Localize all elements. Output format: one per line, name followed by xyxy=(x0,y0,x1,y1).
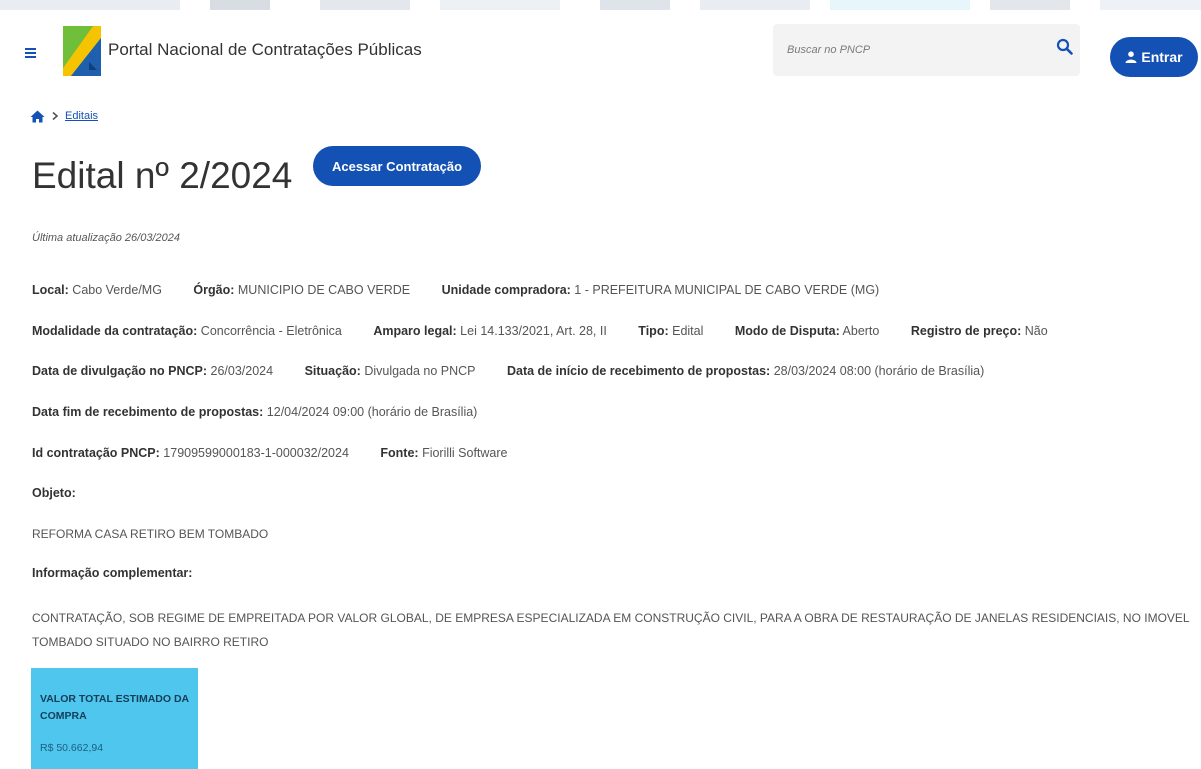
last-update: Última atualização 26/03/2024 xyxy=(32,232,180,244)
unidade-field: Unidade compradora: 1 - PREFEITURA MUNIC… xyxy=(441,283,880,297)
login-label: Entrar xyxy=(1141,49,1183,65)
page-title: Edital nº 2/2024 xyxy=(32,155,293,196)
details-row-3: Data de divulgação no PNCP: 26/03/2024 S… xyxy=(32,364,1012,378)
estimated-value-card: VALOR TOTAL ESTIMADO DA COMPRA R$ 50.662… xyxy=(31,668,198,769)
tipo-value: Edital xyxy=(672,324,704,338)
estimated-value-label: VALOR TOTAL ESTIMADO DA COMPRA xyxy=(40,693,189,722)
local-value: Cabo Verde/MG xyxy=(72,283,162,297)
search-box xyxy=(773,24,1080,76)
details-row-4: Data fim de recebimento de propostas: 12… xyxy=(32,405,505,419)
informacao-text: CONTRATAÇÃO, SOB REGIME DE EMPREITADA PO… xyxy=(32,611,1190,649)
situacao-field: Situação: Divulgada no PNCP xyxy=(304,364,476,378)
amparo-value: Lei 14.133/2021, Art. 28, II xyxy=(460,324,607,338)
inicio-value: 28/03/2024 08:00 (horário de Brasília) xyxy=(773,364,985,378)
top-decoration xyxy=(0,0,1201,10)
divulgacao-field: Data de divulgação no PNCP: 26/03/2024 xyxy=(32,364,274,378)
details-row-5: Id contratação PNCP: 17909599000183-1-00… xyxy=(32,446,536,460)
details-row-1: Local: Cabo Verde/MG Órgão: MUNICIPIO DE… xyxy=(32,283,907,297)
site-header: Portal Nacional de Contratações Públicas… xyxy=(0,10,1201,90)
situacao-value: Divulgada no PNCP xyxy=(364,364,476,378)
amparo-field: Amparo legal: Lei 14.133/2021, Art. 28, … xyxy=(373,324,607,338)
id-value: 17909599000183-1-000032/2024 xyxy=(163,446,349,460)
breadcrumb-link-editais[interactable]: Editais xyxy=(65,110,98,122)
objeto-text: REFORMA CASA RETIRO BEM TOMBADO xyxy=(32,527,269,541)
details-row-2: Modalidade da contratação: Concorrência … xyxy=(32,324,1076,338)
unidade-value: 1 - PREFEITURA MUNICIPAL DE CABO VERDE (… xyxy=(574,283,880,297)
portal-logo[interactable] xyxy=(63,26,101,76)
home-icon[interactable] xyxy=(30,110,45,123)
informacao-label: Informação complementar: xyxy=(32,566,193,580)
access-contract-button[interactable]: Acessar Contratação xyxy=(313,146,481,186)
search-input[interactable] xyxy=(787,38,1037,62)
fim-field: Data fim de recebimento de propostas: 12… xyxy=(32,405,478,419)
user-icon xyxy=(1125,51,1137,63)
local-field: Local: Cabo Verde/MG xyxy=(32,283,162,297)
login-button[interactable]: Entrar xyxy=(1110,37,1198,77)
menu-icon[interactable] xyxy=(22,40,44,66)
id-field: Id contratação PNCP: 17909599000183-1-00… xyxy=(32,446,349,460)
disputa-value: Aberto xyxy=(842,324,880,338)
objeto-label: Objeto: xyxy=(32,486,76,500)
estimated-value-amount: R$ 50.662,94 xyxy=(40,742,104,754)
chevron-right-icon xyxy=(52,111,59,121)
registro-value: Não xyxy=(1024,324,1048,338)
registro-field: Registro de preço: Não xyxy=(910,324,1048,338)
fim-value: 12/04/2024 09:00 (horário de Brasília) xyxy=(266,405,478,419)
breadcrumb: Editais xyxy=(30,108,98,124)
orgao-field: Órgão: MUNICIPIO DE CABO VERDE xyxy=(193,283,411,297)
inicio-field: Data de início de recebimento de propost… xyxy=(506,364,985,378)
portal-title[interactable]: Portal Nacional de Contratações Públicas xyxy=(108,40,422,60)
divulgacao-value: 26/03/2024 xyxy=(210,364,274,378)
fonte-value: Fiorilli Software xyxy=(422,446,508,460)
search-icon[interactable] xyxy=(1056,38,1074,56)
modalidade-value: Concorrência - Eletrônica xyxy=(200,324,342,338)
orgao-value: MUNICIPIO DE CABO VERDE xyxy=(237,283,411,297)
disputa-field: Modo de Disputa: Aberto xyxy=(734,324,880,338)
tipo-field: Tipo: Edital xyxy=(638,324,704,338)
fonte-field: Fonte: Fiorilli Software xyxy=(380,446,508,460)
modalidade-field: Modalidade da contratação: Concorrência … xyxy=(32,324,342,338)
